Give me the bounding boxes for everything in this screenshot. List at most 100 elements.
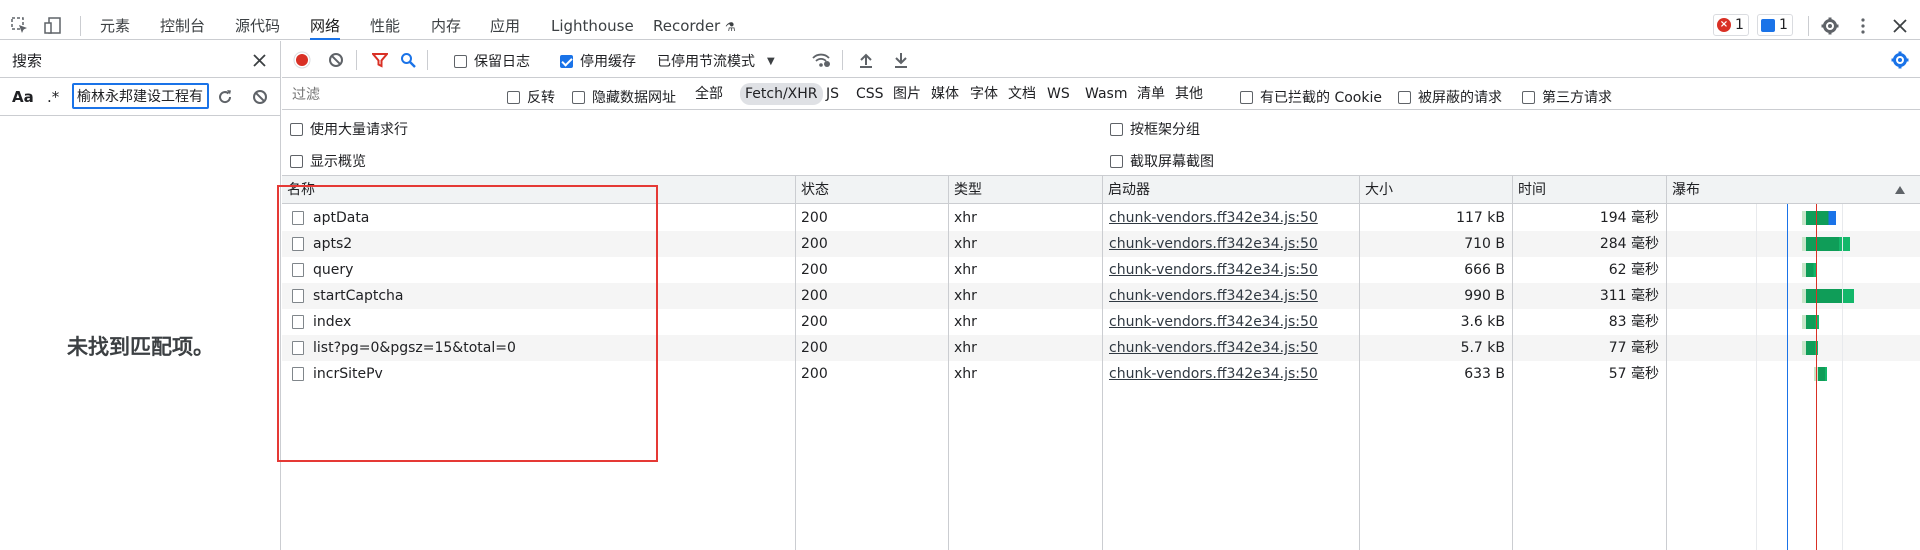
group-by-frame-checkbox[interactable]: 按框架分组 [1110, 119, 1200, 139]
blocked-requests-checkbox[interactable]: 被屏蔽的请求 [1398, 87, 1502, 107]
third-party-checkbox[interactable]: 第三方请求 [1522, 87, 1612, 107]
request-initiator-link[interactable]: chunk-vendors.ff342e34.js:50 [1109, 309, 1318, 335]
throttling-select[interactable]: 已停用节流模式 ▼ [657, 51, 775, 71]
column-header-waterfall[interactable]: 瀑布 [1667, 176, 1700, 204]
error-count: 1 [1735, 17, 1744, 33]
network-settings-gear-icon[interactable] [1889, 50, 1911, 70]
hide-data-urls-label: 隐藏数据网址 [592, 90, 676, 106]
tab-performance[interactable]: 性能 [370, 0, 400, 40]
column-header-time[interactable]: 时间 [1513, 176, 1546, 204]
filter-bar: 反转 隐藏数据网址 全部 Fetch/XHR JS CSS 图片 媒体 字体 文… [282, 78, 1920, 110]
tab-recorder[interactable]: Recorder ⚗ [653, 0, 736, 40]
type-filter-manifest[interactable]: 清单 [1133, 83, 1169, 105]
type-filter-fetch-xhr[interactable]: Fetch/XHR [740, 83, 823, 105]
load-event-marker [1816, 204, 1817, 550]
search-panel: 搜索 Aa .* 未找到匹配项。 [0, 41, 281, 550]
waterfall-bar [1806, 211, 1836, 225]
type-filter-ws[interactable]: WS [1043, 83, 1074, 105]
show-overview-checkbox[interactable]: 显示概览 [290, 151, 366, 171]
tab-elements[interactable]: 元素 [100, 0, 130, 40]
close-devtools-icon[interactable] [1888, 14, 1912, 38]
disable-cache-label: 停用缓存 [580, 54, 636, 70]
request-time: 284 毫秒 [1599, 236, 1659, 252]
blocked-cookies-label: 有已拦截的 Cookie [1260, 90, 1382, 106]
request-initiator-link[interactable]: chunk-vendors.ff342e34.js:50 [1109, 205, 1318, 231]
type-filter-font[interactable]: 字体 [966, 83, 1002, 105]
tab-memory[interactable]: 内存 [431, 0, 461, 40]
close-search-icon[interactable] [250, 51, 268, 69]
error-count-badge[interactable]: × 1 [1713, 14, 1749, 36]
sort-ascending-icon[interactable] [1894, 184, 1906, 196]
request-time: 62 毫秒 [1608, 262, 1659, 278]
regex-toggle[interactable]: .* [47, 88, 59, 106]
column-header-size[interactable]: 大小 [1360, 176, 1393, 204]
settings-gear-icon[interactable] [1818, 14, 1842, 38]
page-content-bleed: - ~~~~~~~ ~~~~~~~~~~~~~~~~~~~~~~ ~~~~ ~~… [0, 0, 1920, 9]
record-icon[interactable] [292, 50, 312, 70]
filter-icon[interactable] [370, 50, 390, 70]
request-size: 710 B [1464, 236, 1505, 252]
clear-log-icon[interactable] [326, 50, 346, 70]
request-size: 633 B [1464, 366, 1505, 382]
tab-lighthouse[interactable]: Lighthouse [551, 0, 634, 40]
import-har-icon[interactable] [856, 50, 876, 70]
request-initiator-link[interactable]: chunk-vendors.ff342e34.js:50 [1109, 257, 1318, 283]
waterfall-bar [1806, 289, 1854, 303]
type-filter-css[interactable]: CSS [852, 83, 888, 105]
type-filter-all[interactable]: 全部 [691, 83, 727, 105]
message-count-badge[interactable]: 1 [1757, 14, 1793, 36]
search-panel-header: 搜索 [0, 41, 280, 78]
type-filter-media[interactable]: 媒体 [927, 83, 963, 105]
request-status: 200 [801, 288, 828, 304]
capture-screenshots-checkbox[interactable]: 截取屏幕截图 [1110, 151, 1214, 171]
message-icon [1761, 18, 1775, 32]
hide-data-urls-checkbox[interactable]: 隐藏数据网址 [572, 87, 676, 107]
big-request-rows-label: 使用大量请求行 [310, 122, 408, 138]
request-type: xhr [954, 340, 977, 356]
search-icon[interactable] [398, 50, 418, 70]
no-matches-message: 未找到匹配项。 [67, 335, 214, 359]
refresh-search-icon[interactable] [215, 87, 235, 107]
request-type: xhr [954, 210, 977, 226]
caret-down-icon: ▼ [767, 55, 775, 67]
type-filter-doc[interactable]: 文档 [1004, 83, 1040, 105]
tab-application[interactable]: 应用 [490, 0, 520, 40]
type-filter-img[interactable]: 图片 [889, 83, 925, 105]
type-filter-js[interactable]: JS [822, 83, 843, 105]
request-status: 200 [801, 210, 828, 226]
request-time: 77 毫秒 [1608, 340, 1659, 356]
filter-input[interactable] [286, 82, 492, 106]
request-initiator-link[interactable]: chunk-vendors.ff342e34.js:50 [1109, 361, 1318, 387]
network-toolbar: 保留日志 停用缓存 已停用节流模式 ▼ [282, 41, 1920, 78]
request-size: 3.6 kB [1460, 314, 1505, 330]
type-filter-wasm[interactable]: Wasm [1081, 83, 1131, 105]
request-initiator-link[interactable]: chunk-vendors.ff342e34.js:50 [1109, 231, 1318, 257]
column-header-type[interactable]: 类型 [949, 176, 982, 204]
invert-checkbox[interactable]: 反转 [507, 87, 555, 107]
tab-recorder-label: Recorder [653, 17, 721, 35]
tab-sources[interactable]: 源代码 [235, 0, 280, 40]
type-filter-other[interactable]: 其他 [1171, 83, 1207, 105]
preserve-log-checkbox[interactable]: 保留日志 [454, 51, 530, 71]
clear-search-icon[interactable] [250, 87, 270, 107]
request-initiator-link[interactable]: chunk-vendors.ff342e34.js:50 [1109, 335, 1318, 361]
export-har-icon[interactable] [891, 50, 911, 70]
request-time: 311 毫秒 [1599, 288, 1659, 304]
network-settings-area: 使用大量请求行 显示概览 按框架分组 截取屏幕截图 [282, 110, 1920, 176]
more-options-icon[interactable] [1854, 14, 1872, 38]
search-input[interactable] [72, 83, 209, 109]
big-request-rows-checkbox[interactable]: 使用大量请求行 [290, 119, 408, 139]
group-by-frame-label: 按框架分组 [1130, 122, 1200, 138]
tab-console[interactable]: 控制台 [160, 0, 205, 40]
waterfall-bar [1806, 237, 1850, 251]
network-conditions-icon[interactable] [810, 50, 832, 70]
column-header-initiator[interactable]: 启动器 [1103, 176, 1150, 204]
blocked-cookies-checkbox[interactable]: 有已拦截的 Cookie [1240, 87, 1382, 107]
match-case-toggle[interactable]: Aa [12, 88, 34, 106]
request-initiator-link[interactable]: chunk-vendors.ff342e34.js:50 [1109, 283, 1318, 309]
device-toolbar-icon[interactable] [42, 14, 66, 38]
inspect-element-icon[interactable] [8, 14, 32, 38]
column-header-status[interactable]: 状态 [796, 176, 829, 204]
disable-cache-checkbox[interactable]: 停用缓存 [560, 51, 636, 71]
tab-network[interactable]: 网络 [310, 0, 341, 40]
